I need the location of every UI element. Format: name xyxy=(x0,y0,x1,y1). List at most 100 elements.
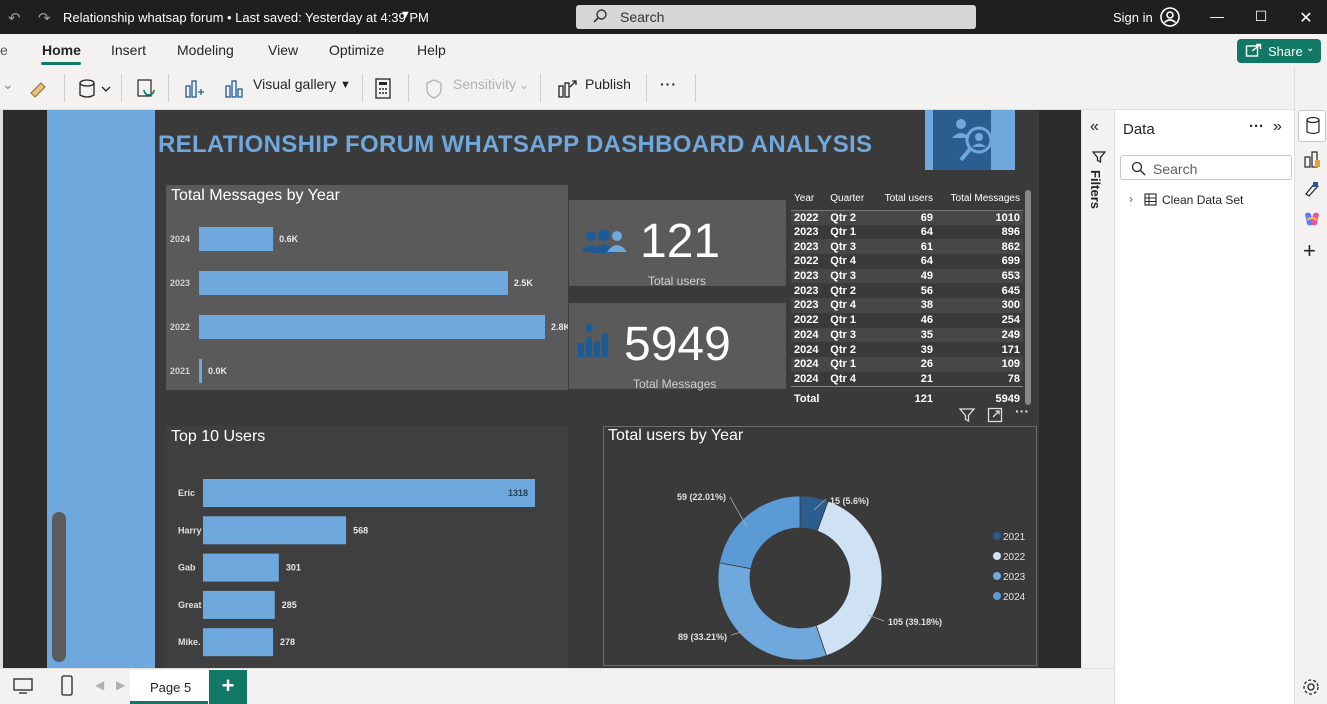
tab-help[interactable]: Help xyxy=(417,42,446,58)
data-search-placeholder: Search xyxy=(1153,161,1198,177)
mobile-view-icon[interactable] xyxy=(60,675,74,697)
table-row[interactable]: 2023 Qtr 3 49 653 xyxy=(791,268,1023,284)
table-row[interactable]: 2023 Qtr 4 38 300 xyxy=(791,298,1023,313)
next-page-icon[interactable]: ▶ xyxy=(116,678,125,692)
bar xyxy=(203,553,279,582)
canvas-scrollbar[interactable] xyxy=(52,512,66,662)
kpi-total-users[interactable]: 121 Total users xyxy=(569,200,786,288)
table-row[interactable]: 2023 Qtr 3 61 862 xyxy=(791,239,1023,255)
table-row[interactable]: 2024 Qtr 2 39 171 xyxy=(791,342,1023,357)
table-row[interactable]: 2022 Qtr 2 69 1010 xyxy=(791,210,1023,225)
title-bar: ↶ ↷ Relationship whatsap forum • Last sa… xyxy=(0,0,1327,34)
minimize-icon[interactable]: — xyxy=(1207,8,1227,24)
data-label: 1318 xyxy=(508,488,528,498)
tab-modeling[interactable]: Modeling xyxy=(177,42,234,58)
table-row[interactable]: 2023 Qtr 1 64 896 xyxy=(791,225,1023,240)
table-cell: Qtr 3 xyxy=(827,268,874,284)
bar xyxy=(199,359,202,383)
bar xyxy=(203,479,535,507)
publish-icon[interactable] xyxy=(556,78,578,100)
format-icon[interactable] xyxy=(1303,180,1321,198)
undo-icon[interactable]: ↶ xyxy=(8,9,21,27)
column-header[interactable]: Total Messages xyxy=(935,188,1023,211)
maximize-icon[interactable]: ☐ xyxy=(1251,8,1271,25)
focus-mode-icon[interactable] xyxy=(987,407,1003,423)
more-options-icon[interactable]: ··· xyxy=(1015,403,1029,419)
table-scrollbar[interactable] xyxy=(1025,190,1031,405)
category-label: Eric xyxy=(178,488,195,498)
tab-insert[interactable]: Insert xyxy=(111,42,146,58)
kpi-total-messages[interactable]: 5949 Total Messages xyxy=(569,303,786,391)
previous-page-icon[interactable]: ◀ xyxy=(95,678,104,692)
chevron-down-icon[interactable]: ⌄ xyxy=(2,76,14,93)
data-search-input[interactable]: Search xyxy=(1120,155,1292,180)
top-users-chart[interactable]: Top 10 Users Eric 1318 Harry 568 Gab 301 Great… xyxy=(166,426,568,668)
share-button[interactable]: Share ⌄ xyxy=(1237,39,1321,63)
more-options-icon[interactable]: ··· xyxy=(1249,118,1264,135)
search-input[interactable]: Search xyxy=(576,5,976,29)
refresh-icon[interactable] xyxy=(135,78,157,100)
column-header[interactable]: Year xyxy=(791,188,828,211)
table-row[interactable]: 2024 Qtr 4 21 78 xyxy=(791,372,1023,387)
tab-view[interactable]: View xyxy=(268,42,298,58)
calculator-icon[interactable] xyxy=(374,78,392,100)
filter-icon[interactable] xyxy=(958,407,976,423)
redo-icon[interactable]: ↷ xyxy=(38,9,51,27)
data-source-icon[interactable] xyxy=(78,78,112,100)
quarter-table: Year Quarter Total users Total Messages … xyxy=(791,188,1023,407)
add-page-button[interactable]: + xyxy=(209,670,247,704)
add-pane-icon[interactable]: + xyxy=(1303,238,1316,264)
category-label: 2024 xyxy=(170,234,190,244)
table-cell: Qtr 2 xyxy=(830,343,856,356)
publish-button[interactable]: Publish xyxy=(585,76,631,92)
table-cell: 2023 xyxy=(791,298,828,313)
close-icon[interactable]: ✕ xyxy=(1296,8,1316,28)
sign-in-link[interactable]: Sign in xyxy=(1113,10,1153,25)
table-row[interactable]: 2022 Qtr 1 46 254 xyxy=(791,313,1023,328)
bar xyxy=(203,590,275,619)
format-painter-icon[interactable] xyxy=(28,79,50,99)
table-cell: 2022 xyxy=(794,255,819,268)
more-options-icon[interactable]: ··· xyxy=(660,76,677,92)
visualizations-icon[interactable] xyxy=(1303,150,1321,168)
copilot-icon[interactable] xyxy=(1302,210,1322,228)
tab-home[interactable]: Home xyxy=(42,42,81,58)
table-cell: 896 xyxy=(1001,226,1020,239)
table-cell: Qtr 2 xyxy=(827,210,874,225)
settings-icon[interactable] xyxy=(1302,678,1320,696)
new-visual-icon[interactable] xyxy=(183,78,205,100)
table-cell: 78 xyxy=(1007,372,1020,385)
collapse-pane-icon[interactable]: » xyxy=(1273,118,1282,136)
legend-label: 2024 xyxy=(1003,592,1026,603)
active-tab-indicator xyxy=(41,62,81,65)
page-tab-page-5[interactable]: Page 5 xyxy=(130,670,208,704)
column-header[interactable]: Total users xyxy=(873,188,936,211)
column-header[interactable]: Quarter xyxy=(827,188,874,211)
chevron-down-icon[interactable]: ▼ xyxy=(400,9,411,21)
data-pane-toggle[interactable] xyxy=(1298,110,1326,142)
filters-label[interactable]: Filters xyxy=(1088,170,1103,209)
tab-optimize[interactable]: Optimize xyxy=(329,42,384,58)
table-cell: 2024 xyxy=(791,327,828,343)
visual-gallery-button[interactable]: Visual gallery xyxy=(253,76,336,92)
messages-by-year-chart[interactable]: Total Messages by Year 2024 0.6K 2023 2.5K 2… xyxy=(166,185,568,390)
table-row[interactable]: 2024 Qtr 3 35 249 xyxy=(791,327,1023,343)
donut-slice xyxy=(718,495,801,570)
chevron-right-icon[interactable]: › xyxy=(1129,192,1133,206)
user-icon[interactable] xyxy=(1160,7,1180,27)
users-by-year-chart[interactable]: Total users by Year 15 (5.6%) 105 (39.18%… xyxy=(603,426,1037,666)
desktop-view-icon[interactable] xyxy=(12,677,34,695)
sensitivity-button: Sensitivity xyxy=(453,76,517,92)
table-total-cell: 5949 xyxy=(935,385,1023,407)
table-row[interactable]: 2024 Qtr 1 26 109 xyxy=(791,356,1023,372)
table-row[interactable]: 2022 Qtr 4 64 699 xyxy=(791,254,1023,269)
top-users-plot: Eric 1318 Harry 568 Gab 301 Great 285 Mike. 278 xyxy=(178,479,535,657)
expand-filters-icon[interactable]: « xyxy=(1090,118,1099,136)
view-switcher-rail: + xyxy=(1294,66,1327,704)
table-total-cell: 121 xyxy=(873,385,936,407)
legend-label: 2023 xyxy=(1003,572,1026,583)
chevron-down-icon[interactable]: ▼ xyxy=(340,79,351,91)
table-row[interactable]: 2023 Qtr 2 56 645 xyxy=(791,283,1023,298)
quarter-table-visual[interactable]: Year Quarter Total users Total Messages … xyxy=(787,184,1036,407)
visual-gallery-icon[interactable] xyxy=(223,78,245,100)
